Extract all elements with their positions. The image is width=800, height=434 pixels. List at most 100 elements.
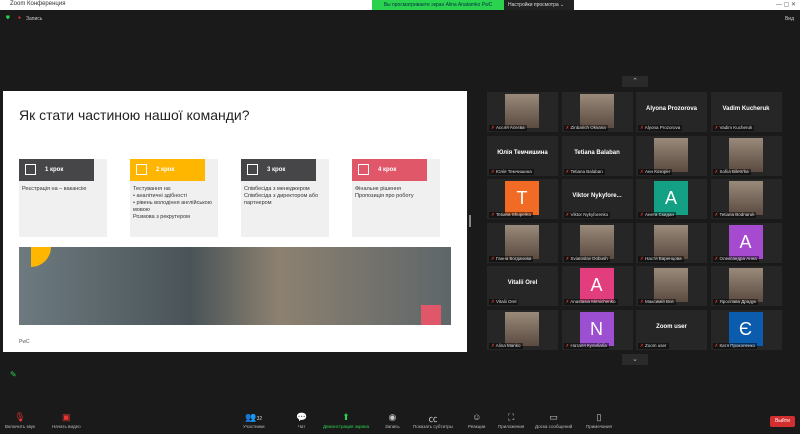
office-photo bbox=[19, 247, 451, 325]
participant-avatar: A bbox=[654, 181, 688, 215]
participant-tile[interactable]: Zinbarich Oksana bbox=[561, 92, 633, 132]
view-button[interactable]: Вид bbox=[785, 16, 794, 22]
view-settings-button[interactable]: Настройки просмотра ⌄ bbox=[504, 0, 574, 10]
participant-tile[interactable]: Юлія Темчишина Юлія Темчишина bbox=[487, 135, 558, 176]
participant-avatar: A bbox=[728, 224, 763, 259]
participant-name: Анета Скидан bbox=[638, 212, 676, 218]
participant-display-name: Юлія Темчишина bbox=[497, 149, 548, 156]
window-title: Zoom Конференция bbox=[10, 1, 66, 7]
participant-tile[interactable]: Ганна Богданова bbox=[487, 222, 558, 263]
participant-display-name: Viktor Nykyfore... bbox=[572, 193, 622, 199]
leave-button[interactable]: Выйти bbox=[770, 416, 795, 427]
participant-video bbox=[505, 94, 539, 128]
chat-button[interactable]: 💬 Чат bbox=[296, 412, 307, 429]
reactions-label: Реакции bbox=[468, 424, 486, 429]
step-body: Фінальне рішення Пропозиція про роботу bbox=[352, 181, 440, 205]
participant-name: Ярослава Драдук bbox=[712, 299, 759, 305]
participant-tile[interactable]: Alyona Prozorova Alyona Prozorova bbox=[636, 92, 707, 132]
participant-avatar: A bbox=[579, 268, 614, 302]
participants-button[interactable]: 👥32 Участники bbox=[243, 412, 265, 429]
participant-tile[interactable]: Viktor Nykyfore... Viktor Nykyforenko bbox=[561, 179, 633, 219]
view-settings-label: Настройки просмотра bbox=[508, 2, 559, 8]
captions-icon: ㏄ bbox=[428, 414, 438, 424]
window-controls[interactable]: — ▢ ✕ bbox=[776, 1, 796, 8]
unmute-button[interactable]: 🎙 Включить звук bbox=[5, 412, 35, 429]
participant-tile[interactable]: Zoom user Zoom user bbox=[636, 309, 707, 350]
whiteboard-button[interactable]: ▭ Доска сообщений bbox=[535, 412, 572, 429]
participant-tile[interactable]: Tetiana Balaban Tetiana Balaban bbox=[561, 135, 633, 176]
decor-shape bbox=[421, 305, 441, 325]
video-label: Начать видео bbox=[52, 424, 81, 429]
participants-label: Участники bbox=[243, 424, 265, 429]
participant-avatar: N bbox=[579, 311, 614, 346]
step-line: Тестування на: bbox=[133, 186, 172, 192]
participant-name: Alyona Prozorova bbox=[638, 125, 683, 131]
step-icon bbox=[25, 164, 36, 175]
participant-name: Ганна Богданова bbox=[489, 255, 534, 262]
participant-tile[interactable]: AОлександра Анна bbox=[710, 222, 782, 263]
chat-icon: 💬 bbox=[296, 412, 308, 422]
step-label: 2 крок bbox=[156, 167, 175, 173]
participant-tile[interactable]: Vadim Kucheruk Vadim Kucheruk bbox=[710, 92, 782, 132]
participant-tile[interactable]: Sviatoslav Dobush bbox=[561, 222, 633, 263]
notes-button[interactable]: ▯ Примечания bbox=[586, 412, 612, 429]
participant-tile[interactable]: Tetiana Bodnaruk bbox=[710, 179, 782, 219]
participant-video bbox=[728, 137, 763, 172]
participant-name: Наталя Кулибаба bbox=[563, 342, 609, 349]
participant-name: Viktor Nykyforenko bbox=[563, 212, 611, 218]
participant-tile[interactable]: Максимій Вєв bbox=[636, 266, 707, 306]
participant-tile[interactable]: NНаталя Кулибаба bbox=[561, 309, 633, 350]
step-line: Розмова з рекрутером bbox=[133, 214, 190, 220]
participant-tile[interactable]: AАнета Скидан bbox=[636, 179, 707, 219]
participant-name: Zoom user bbox=[638, 342, 669, 349]
reactions-button[interactable]: ☺ Реакции bbox=[468, 412, 485, 429]
step-line: • рівень володіння англійською мовою bbox=[133, 200, 212, 213]
record-label: Запись bbox=[385, 424, 400, 429]
participant-tile[interactable]: Sofiia Bilets'ka bbox=[710, 135, 782, 176]
step-body: Співбесіда з менеджером Співбесіда з дире… bbox=[241, 181, 329, 212]
slide-title: Як стати частиною нашої команди? bbox=[19, 107, 250, 123]
participant-name: Sofiia Bilets'ka bbox=[712, 168, 751, 175]
participant-avatar: Є bbox=[728, 311, 763, 346]
scrollbar[interactable] bbox=[469, 215, 471, 227]
step-icon bbox=[247, 164, 258, 175]
participant-name: Tetiana Shuperko bbox=[489, 212, 533, 218]
start-video-button[interactable]: ▣ Начать видео bbox=[52, 412, 81, 429]
share-screen-button[interactable]: ⬆ Демонстрация экрана bbox=[323, 412, 369, 429]
unmute-label: Включить звук bbox=[5, 424, 36, 429]
participant-tile[interactable]: Alina Manko bbox=[487, 309, 558, 350]
participant-tile[interactable]: Vitalii Orel Vitalii Orel bbox=[487, 266, 558, 306]
decor-shape bbox=[31, 247, 51, 267]
step-label: 1 крок bbox=[45, 167, 64, 173]
participant-tile[interactable]: Настя Варенцова bbox=[636, 222, 707, 263]
participant-name: Alina Manko bbox=[489, 342, 523, 349]
captions-button[interactable]: ㏄ Показать субтитры bbox=[413, 412, 453, 429]
participant-name: Анн Козорін bbox=[638, 168, 672, 175]
step-icon bbox=[136, 164, 147, 175]
gallery-up-button[interactable]: ⌃ bbox=[622, 76, 648, 87]
participant-tile[interactable]: ЄКатя Прокопенко bbox=[710, 309, 782, 350]
step-header: 4 крок bbox=[352, 159, 427, 181]
apps-button[interactable]: ⛶ Приложения bbox=[498, 412, 524, 429]
screen-share-banner: Вы просматриваете экран Alina Anatamko P… bbox=[372, 0, 504, 10]
annotate-icon[interactable]: ✎ bbox=[10, 370, 17, 379]
participant-tile[interactable]: Асєля Асєєва bbox=[487, 92, 558, 132]
chat-label: Чат bbox=[297, 424, 306, 429]
participant-tile[interactable]: AAnastasia Mirnichenko bbox=[561, 266, 633, 306]
meeting-toolbar: 🎙 Включить звук ▣ Начать видео 👥32 Участник… bbox=[0, 408, 800, 434]
participant-tile[interactable]: Ярослава Драдук bbox=[710, 266, 782, 306]
participant-video bbox=[579, 224, 614, 259]
participant-tile[interactable]: Анн Козорін bbox=[636, 135, 707, 176]
participant-tile[interactable]: TTetiana Shuperko bbox=[487, 179, 558, 219]
gallery-down-button[interactable]: ⌄ bbox=[622, 354, 648, 365]
participant-name: Anastasia Mirnichenko bbox=[563, 299, 618, 305]
participant-display-name: Zoom user bbox=[656, 323, 687, 330]
step-line: Пропозиція про роботу bbox=[355, 193, 414, 199]
record-button[interactable]: ◉ Запись bbox=[385, 412, 400, 429]
step-card: 3 крок Співбесіда з менеджером Співбесіда … bbox=[241, 159, 329, 237]
participant-video bbox=[728, 268, 763, 302]
participant-video bbox=[654, 224, 688, 259]
shared-slide: Як стати частиною нашої команди? 1 крок Р… bbox=[3, 91, 467, 352]
participant-name: Sviatoslav Dobush bbox=[563, 255, 610, 262]
whiteboard-icon: ▭ bbox=[549, 412, 558, 422]
